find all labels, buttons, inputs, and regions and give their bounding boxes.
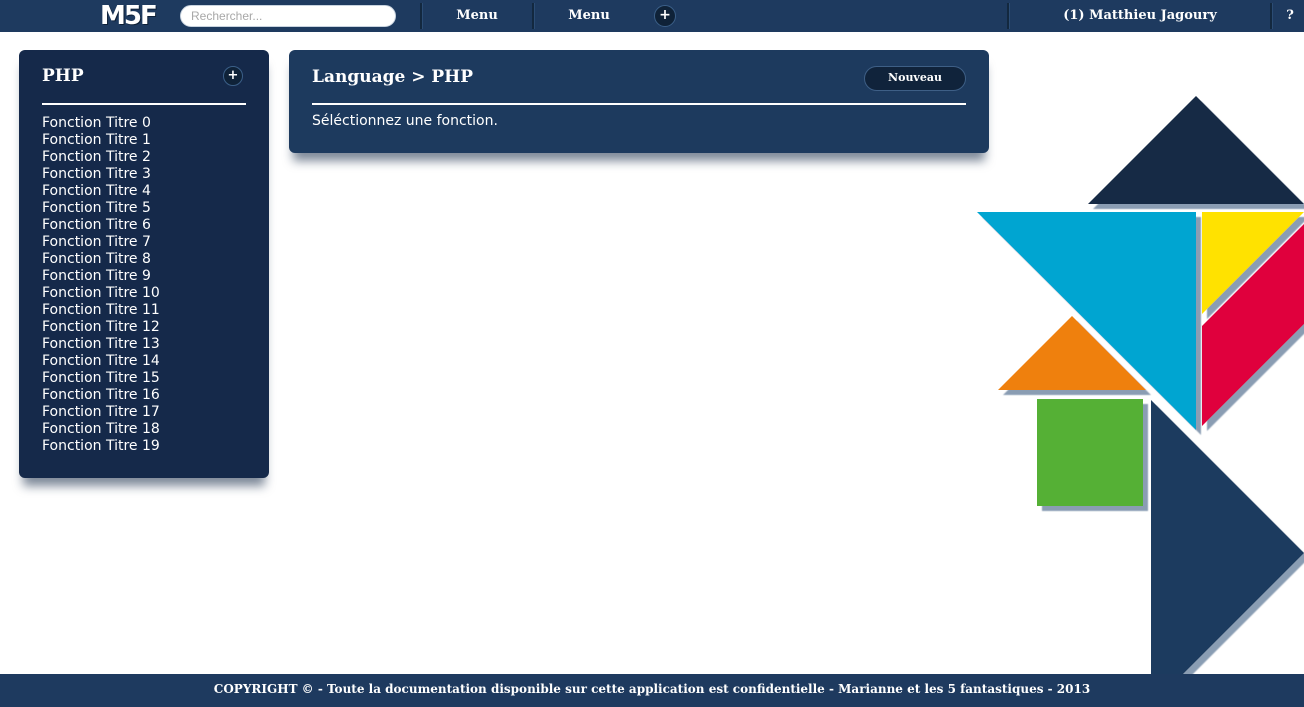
breadcrumb: Language > PHP	[312, 67, 474, 87]
sidebar-divider	[42, 103, 246, 105]
menu-item-2[interactable]: Menu	[546, 0, 632, 32]
function-item[interactable]: Fonction Titre 11	[42, 302, 160, 319]
function-item[interactable]: Fonction Titre 19	[42, 438, 160, 455]
tangram-illustration	[977, 96, 1304, 680]
function-item[interactable]: Fonction Titre 18	[42, 421, 160, 438]
function-item[interactable]: Fonction Titre 1	[42, 132, 160, 149]
function-item[interactable]: Fonction Titre 13	[42, 336, 160, 353]
menu-item-1[interactable]: Menu	[434, 0, 520, 32]
tangram-green-square	[1037, 399, 1143, 506]
nav-divider	[420, 3, 423, 29]
logo[interactable]: M5F	[100, 1, 158, 31]
function-item[interactable]: Fonction Titre 10	[42, 285, 160, 302]
help-button[interactable]: ?	[1276, 0, 1304, 32]
function-item[interactable]: Fonction Titre 2	[42, 149, 160, 166]
function-item[interactable]: Fonction Titre 12	[42, 319, 160, 336]
new-button[interactable]: Nouveau	[864, 66, 966, 91]
search-input[interactable]	[180, 5, 396, 27]
empty-state-message: Séléctionnez une fonction.	[312, 113, 498, 129]
function-item[interactable]: Fonction Titre 9	[42, 268, 160, 285]
nav-divider	[1270, 3, 1273, 29]
function-item[interactable]: Fonction Titre 7	[42, 234, 160, 251]
nav-divider	[1007, 3, 1010, 29]
function-item[interactable]: Fonction Titre 3	[42, 166, 160, 183]
function-item[interactable]: Fonction Titre 16	[42, 387, 160, 404]
function-item[interactable]: Fonction Titre 5	[42, 200, 160, 217]
function-item[interactable]: Fonction Titre 8	[42, 251, 160, 268]
add-function-button[interactable]: +	[223, 66, 243, 86]
main-panel: Language > PHP Nouveau Séléctionnez une …	[289, 50, 989, 153]
main-divider	[312, 103, 966, 105]
top-navbar: M5F Menu Menu + (1) Matthieu Jagoury ?	[0, 0, 1304, 32]
tangram-cyan-triangle	[977, 212, 1196, 430]
function-item[interactable]: Fonction Titre 6	[42, 217, 160, 234]
function-list: Fonction Titre 0 Fonction Titre 1 Foncti…	[42, 115, 160, 455]
function-item[interactable]: Fonction Titre 17	[42, 404, 160, 421]
function-item[interactable]: Fonction Titre 0	[42, 115, 160, 132]
page: M5F Menu Menu + (1) Matthieu Jagoury ?	[0, 0, 1304, 707]
function-item[interactable]: Fonction Titre 14	[42, 353, 160, 370]
function-item[interactable]: Fonction Titre 4	[42, 183, 160, 200]
sidebar-panel: PHP + Fonction Titre 0 Fonction Titre 1 …	[19, 50, 269, 478]
footer: COPYRIGHT © - Toute la documentation dis…	[0, 674, 1304, 707]
tangram-top-triangle	[1088, 96, 1304, 204]
sidebar-title: PHP	[42, 66, 84, 86]
add-menu-button[interactable]: +	[654, 5, 676, 27]
user-account[interactable]: (1) Matthieu Jagoury	[1022, 0, 1258, 32]
tangram-navy-triangle	[1151, 400, 1304, 680]
nav-divider	[532, 3, 535, 29]
function-item[interactable]: Fonction Titre 15	[42, 370, 160, 387]
